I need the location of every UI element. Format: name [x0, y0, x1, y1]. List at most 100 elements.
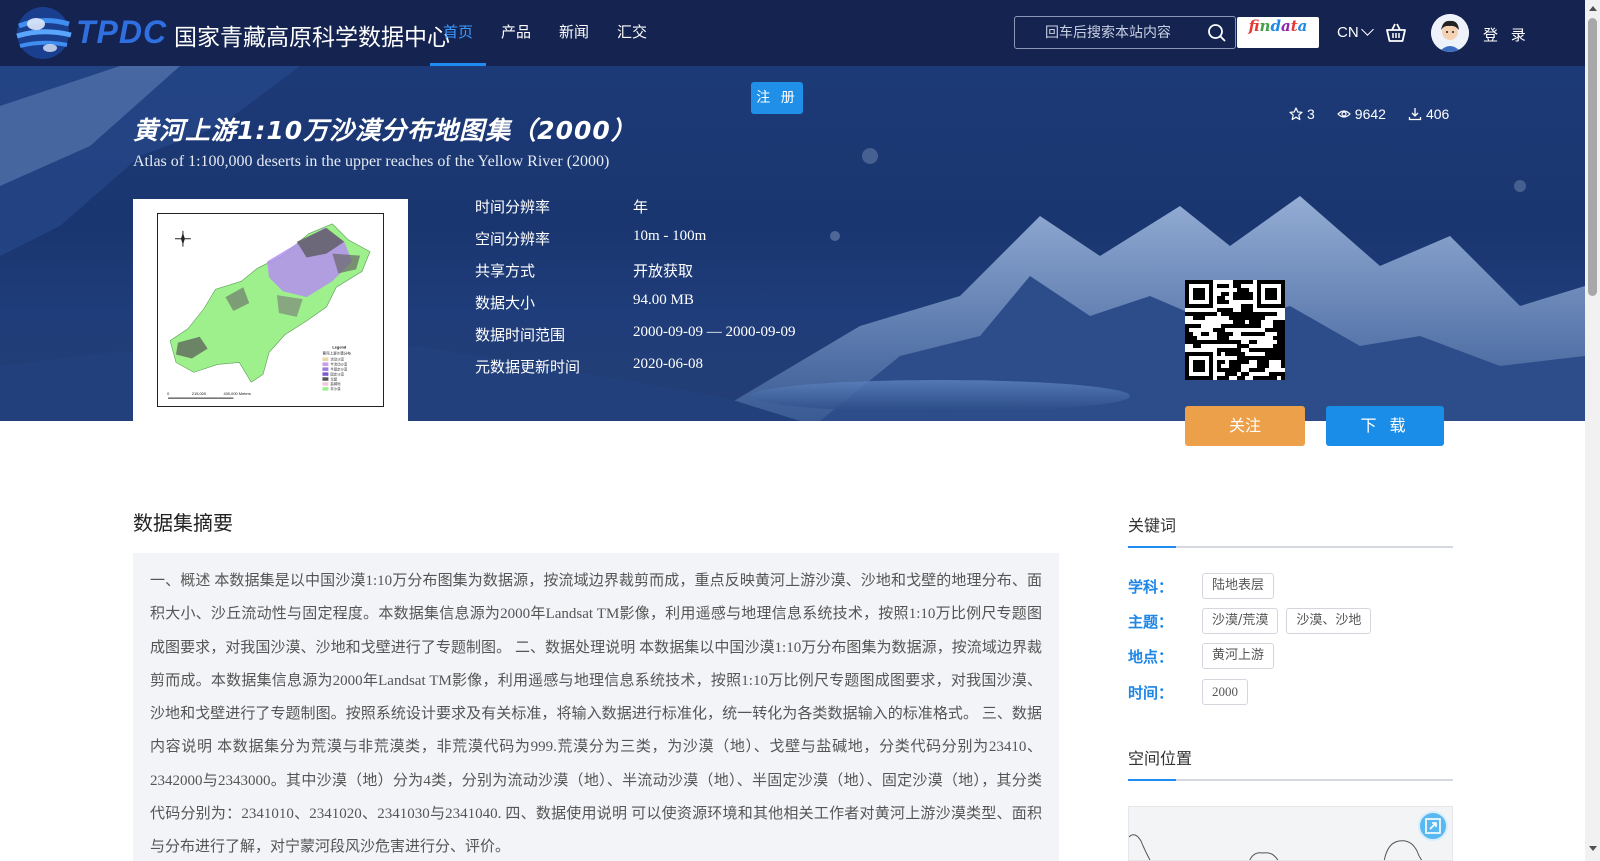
abstract-box: 一、概述 本数据集是以中国沙漠1:10万分布图集为数据源，按流域边界裁剪而成，重…: [133, 553, 1059, 861]
abstract-heading: 数据集摘要: [133, 511, 233, 535]
language-switch[interactable]: CN: [1337, 23, 1374, 41]
meta-key: 共享方式: [475, 262, 536, 280]
meta-value: 2020-06-08: [633, 356, 703, 372]
site-logo[interactable]: TPDC 国家青藏高原科学数据中心: [14, 4, 450, 62]
legend-item: 半固定沙漠: [330, 366, 347, 371]
search-icon[interactable]: [1207, 23, 1227, 43]
avatar[interactable]: [1431, 14, 1469, 52]
meta-row: 时间分辨率 年: [475, 196, 795, 228]
map-outline: [1129, 834, 1423, 860]
logo-tpdc-text: TPDC: [76, 14, 168, 50]
scale-label: 0: [167, 391, 170, 396]
keyword-label: 主题：: [1128, 612, 1174, 631]
keyword-tag[interactable]: 黄河上游: [1202, 643, 1275, 669]
keyword-tag[interactable]: 沙漠/荒漠: [1202, 608, 1279, 634]
meta-key: 元数据更新时间: [475, 358, 581, 376]
user-avatar-icon: [1431, 14, 1469, 52]
nav-products[interactable]: 产品: [501, 0, 531, 66]
top-navbar: TPDC 国家青藏高原科学数据中心 首页 产品 新闻 汇交 findata CN: [0, 0, 1585, 66]
legend-item: 戈壁: [330, 376, 337, 381]
dataset-stats: 3 9642 406: [1289, 106, 1449, 122]
register-button[interactable]: 注 册: [751, 82, 803, 114]
spatial-divider: [1128, 779, 1453, 781]
scroll-down-arrow-icon[interactable]: [1589, 846, 1597, 851]
search-input[interactable]: [1015, 17, 1195, 48]
dataset-hero: 注 册 黄河上游1:10万沙漠分布地图集（2000） Atlas of 1:10…: [0, 66, 1585, 421]
globe-logo-icon: [16, 7, 72, 59]
legend-title: Legend: [332, 345, 347, 350]
keyword-row-subject: 学科： 陆地表层: [1128, 573, 1282, 599]
expand-map-button[interactable]: [1418, 811, 1448, 841]
legend-item: 流动沙漠: [330, 356, 344, 361]
keyword-row-theme: 主题： 沙漠/荒漠 沙漠、沙地: [1128, 608, 1379, 634]
site-name: 国家青藏高原科学数据中心: [174, 25, 450, 51]
findata-letter: n: [1259, 17, 1271, 35]
spatial-map[interactable]: [1128, 806, 1453, 861]
download-icon: [1408, 108, 1422, 121]
keyword-tag[interactable]: 陆地表层: [1202, 573, 1275, 599]
stat-stars[interactable]: 3: [1289, 106, 1315, 122]
views-count: 9642: [1354, 106, 1386, 122]
star-icon: [1289, 107, 1303, 121]
cart-icon[interactable]: [1385, 22, 1407, 44]
qr-code: [1185, 280, 1285, 380]
map-legend: Legend 黄河上游沙漠分布 流动沙漠 半流动沙漠 半固定沙漠 固定沙漠 戈壁…: [322, 345, 351, 391]
scale-bar: 0 215,000 430,000 Meters: [167, 391, 251, 399]
findata-letter: d: [1270, 17, 1281, 35]
keyword-row-place: 地点： 黄河上游: [1128, 643, 1282, 669]
stat-views: 9642: [1336, 106, 1386, 122]
findata-letter: a: [1280, 17, 1291, 35]
meta-value: 2000-09-09 — 2000-09-09: [633, 324, 796, 340]
meta-row: 数据大小 94.00 MB: [475, 292, 795, 324]
meta-key: 数据时间范围: [475, 326, 566, 344]
qr-code-icon: [1185, 280, 1285, 380]
meta-key: 空间分辨率: [475, 230, 551, 248]
legend-item: 盐碱地: [330, 381, 341, 386]
eye-icon: [1336, 110, 1351, 118]
login-link[interactable]: 登 录: [1483, 24, 1530, 45]
scrollbar-thumb[interactable]: [1588, 18, 1597, 296]
chevron-down-icon: [1360, 23, 1374, 36]
dataset-thumbnail[interactable]: Legend 黄河上游沙漠分布 流动沙漠 半流动沙漠 半固定沙漠 固定沙漠 戈壁…: [133, 199, 408, 421]
keyword-row-time: 时间： 2000: [1128, 679, 1256, 705]
nav-news[interactable]: 新闻: [559, 0, 589, 66]
meta-key: 数据大小: [475, 294, 536, 312]
legend-subtitle: 黄河上游沙漠分布: [322, 351, 351, 356]
keyword-tag[interactable]: 2000: [1202, 679, 1248, 705]
findata-letter: f: [1248, 17, 1260, 35]
findata-button[interactable]: findata: [1237, 17, 1319, 48]
dataset-meta: 时间分辨率 年 空间分辨率 10m - 100m 共享方式 开放获取 数据大小 94.0…: [475, 196, 795, 388]
nav-home[interactable]: 首页: [429, 0, 487, 66]
download-button[interactable]: 下 载: [1326, 406, 1444, 446]
dataset-title: 黄河上游1:10万沙漠分布地图集（2000）: [133, 116, 637, 145]
search-box: [1014, 16, 1236, 49]
meta-value: 94.00 MB: [633, 292, 694, 308]
meta-value: 年: [633, 200, 649, 216]
legend-item: 固定沙漠: [330, 371, 344, 376]
page-scrollbar[interactable]: [1585, 0, 1600, 861]
main-nav: 首页 产品 新闻 汇交: [429, 0, 675, 66]
abstract-text: 一、概述 本数据集是以中国沙漠1:10万分布图集为数据源，按流域边界裁剪而成，重…: [150, 573, 1042, 856]
map-frame: Legend 黄河上游沙漠分布 流动沙漠 半流动沙漠 半固定沙漠 固定沙漠 戈壁…: [157, 213, 384, 407]
nav-submit[interactable]: 汇交: [617, 0, 647, 66]
downloads-count: 406: [1425, 106, 1450, 122]
follow-button[interactable]: 关注: [1185, 406, 1305, 446]
keyword-tag[interactable]: 沙漠、沙地: [1286, 608, 1372, 634]
meta-value: 开放获取: [633, 264, 694, 280]
keyword-label: 时间：: [1128, 683, 1174, 702]
desert-map-image: Legend 黄河上游沙漠分布 流动沙漠 半流动沙漠 半固定沙漠 固定沙漠 戈壁…: [167, 223, 371, 399]
legend-item: 非沙漠: [330, 386, 341, 391]
keyword-label: 学科：: [1128, 577, 1174, 596]
scroll-up-arrow-icon[interactable]: [1589, 6, 1597, 11]
expand-icon: [1425, 818, 1441, 834]
language-label: CN: [1337, 24, 1359, 41]
meta-row: 空间分辨率 10m - 100m: [475, 228, 795, 260]
stars-count: 3: [1307, 106, 1315, 122]
findata-letter: t: [1290, 17, 1298, 35]
dataset-subtitle: Atlas of 1:100,000 deserts in the upper …: [133, 153, 610, 170]
scale-label: 215,000: [192, 391, 207, 396]
keywords-heading: 关键词: [1128, 518, 1177, 535]
meta-value: 10m - 100m: [633, 228, 707, 244]
findata-letter: a: [1297, 17, 1308, 35]
meta-row: 数据时间范围 2000-09-09 — 2000-09-09: [475, 324, 795, 356]
